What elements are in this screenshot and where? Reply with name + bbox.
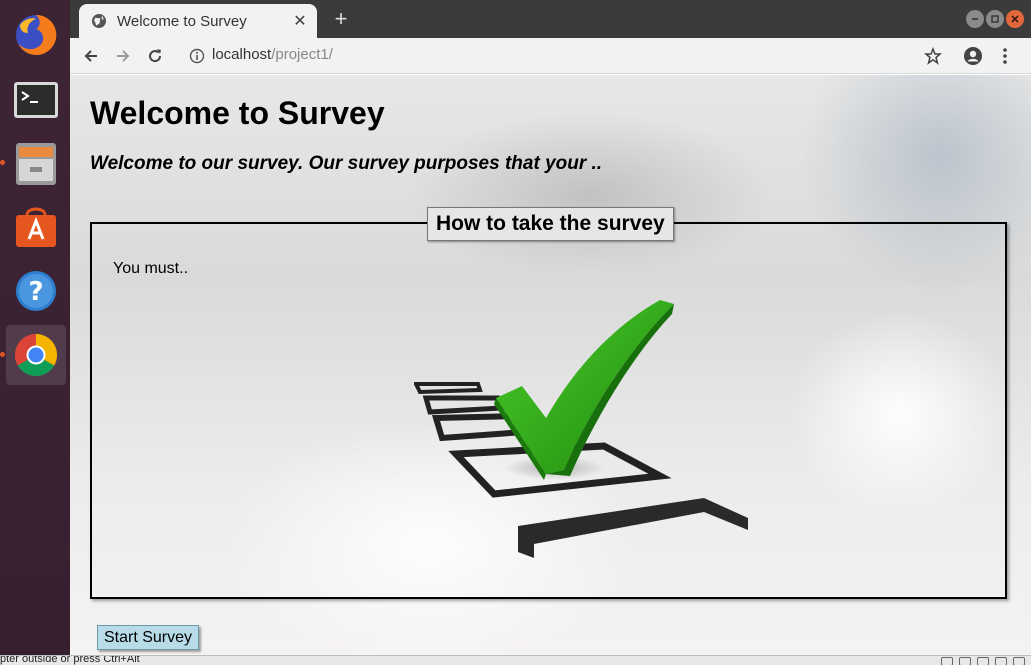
back-arrow-icon[interactable] <box>78 43 104 69</box>
browser-toolbar: localhost/project1/ <box>70 38 1031 74</box>
terminal-launcher-icon[interactable] <box>6 70 66 130</box>
reload-icon[interactable] <box>142 43 168 69</box>
url-path: /project1/ <box>271 46 333 63</box>
checklist-checkmark-image <box>414 300 748 558</box>
address-bar[interactable]: localhost/project1/ <box>212 46 333 63</box>
close-tab-icon[interactable]: ✕ <box>289 10 311 32</box>
status-hint-text: pter outside or press Ctrl+Alt <box>0 655 140 665</box>
ubuntu-launcher: ? <box>0 0 70 655</box>
page-subtitle: Welcome to our survey. Our survey purpos… <box>90 153 603 174</box>
svg-text:?: ? <box>28 277 43 307</box>
tab-title: Welcome to Survey <box>117 12 247 30</box>
instructions-fieldset: How to take the survey You must.. <box>90 207 1007 599</box>
new-tab-button[interactable]: + <box>328 6 354 32</box>
close-window-icon[interactable] <box>1006 10 1024 28</box>
optical-drive-icon[interactable] <box>959 657 971 665</box>
profile-avatar-icon[interactable] <box>960 43 986 69</box>
start-survey-button[interactable]: Start Survey <box>97 625 200 650</box>
minimize-icon[interactable] <box>966 10 984 28</box>
url-host: localhost <box>212 46 272 63</box>
files-launcher-icon[interactable] <box>6 133 66 193</box>
tab-strip: Welcome to Survey ✕ + <box>70 0 1031 38</box>
site-info-icon[interactable] <box>184 43 210 69</box>
bookmark-star-icon[interactable] <box>920 43 946 69</box>
forward-arrow-icon[interactable] <box>110 43 136 69</box>
browser-window: Welcome to Survey ✕ + localhost/project1… <box>70 0 1031 655</box>
tab-welcome-to-survey[interactable]: Welcome to Survey ✕ <box>79 4 317 38</box>
maximize-icon[interactable] <box>986 10 1004 28</box>
status-icons <box>941 657 1025 665</box>
audio-icon[interactable] <box>1013 657 1025 665</box>
page-content: Welcome to Survey Welcome to our survey.… <box>70 75 1031 655</box>
menu-kebab-icon[interactable] <box>992 43 1018 69</box>
software-center-launcher-icon[interactable] <box>6 196 66 256</box>
fieldset-legend: How to take the survey <box>427 207 674 241</box>
globe-icon <box>92 14 106 28</box>
chrome-launcher-icon[interactable] <box>6 325 66 385</box>
firefox-launcher-icon[interactable] <box>6 5 66 65</box>
usb-icon[interactable] <box>995 657 1007 665</box>
files-running-indicator <box>0 160 5 165</box>
network-icon[interactable] <box>977 657 989 665</box>
vm-status-bar: pter outside or press Ctrl+Alt <box>0 655 1031 665</box>
instructions-text: You must.. <box>113 260 189 277</box>
page-title: Welcome to Survey <box>90 95 385 131</box>
chrome-running-indicator <box>0 352 5 357</box>
help-launcher-icon[interactable]: ? <box>6 261 66 321</box>
storage-icon[interactable] <box>941 657 953 665</box>
